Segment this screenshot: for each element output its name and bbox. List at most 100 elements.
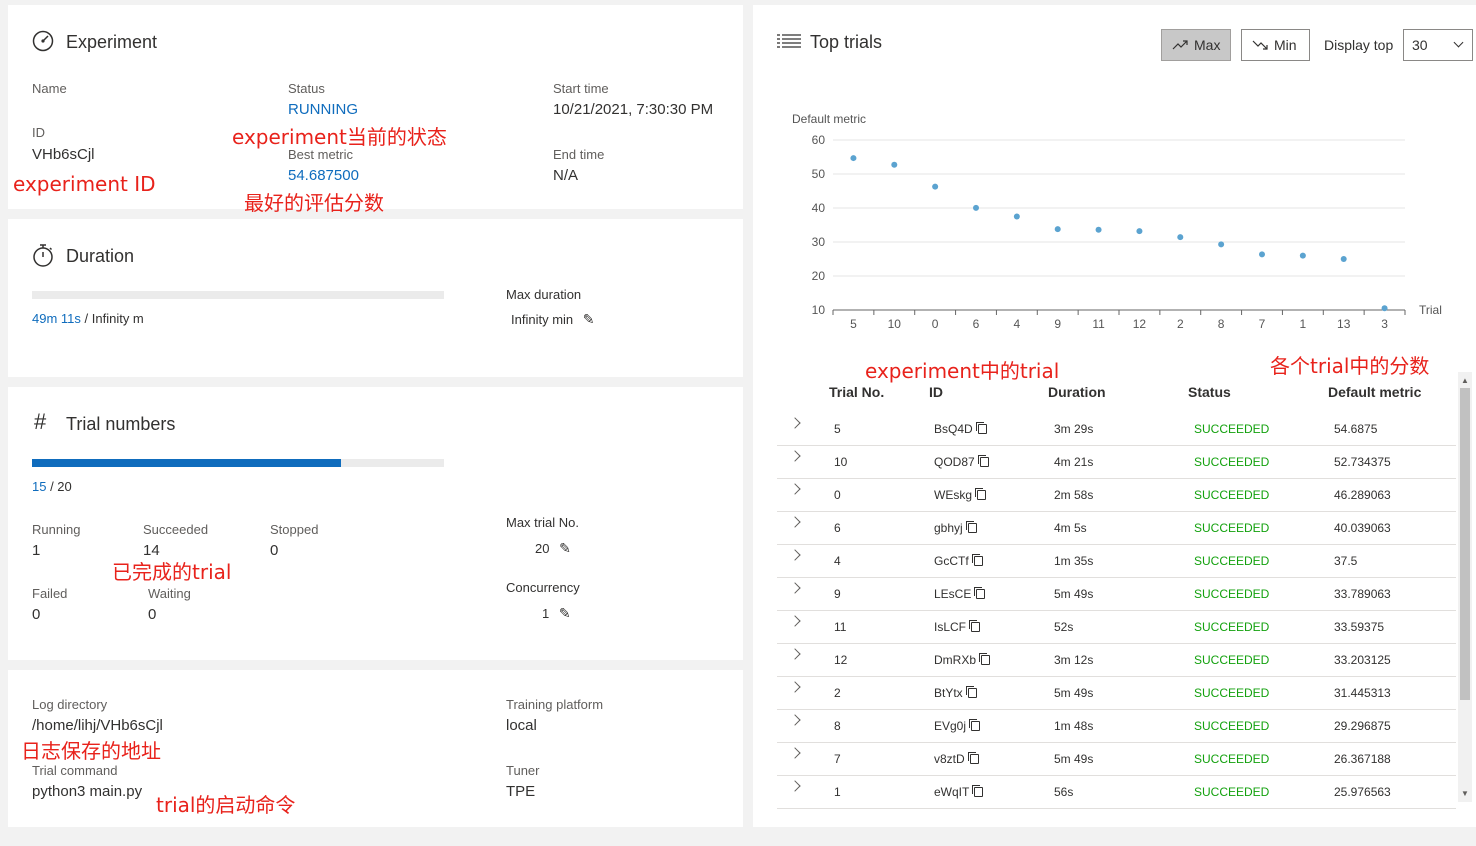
scrollbar-thumb[interactable]	[1460, 388, 1470, 700]
col-duration[interactable]: Duration	[1048, 384, 1106, 400]
copy-icon[interactable]	[977, 455, 989, 467]
expand-chevron-icon[interactable]	[789, 417, 801, 429]
expand-chevron-icon[interactable]	[789, 714, 801, 726]
copy-icon[interactable]	[965, 686, 977, 698]
trial-id-cell: GcCTf	[934, 554, 983, 568]
duration-cell: 4m 21s	[1054, 455, 1094, 469]
trial-id-cell: BtYtx	[934, 686, 977, 700]
x-tick-label: 1	[1300, 317, 1307, 331]
display-top-select[interactable]: 30	[1403, 29, 1473, 61]
table-row[interactable]: 11 IsLCF 52s SUCCEEDED 33.59375	[777, 611, 1456, 644]
concurrency-value: 1	[542, 606, 550, 621]
col-trial-no[interactable]: Trial No.	[829, 384, 884, 400]
max-duration-unit: min	[552, 312, 574, 327]
copy-icon[interactable]	[974, 587, 986, 599]
copy-icon[interactable]	[969, 719, 981, 731]
expand-chevron-icon[interactable]	[789, 747, 801, 759]
expand-chevron-icon[interactable]	[789, 648, 801, 660]
top-trials-title: Top trials	[810, 32, 883, 52]
max-trial-label: Max trial No.	[506, 515, 579, 530]
duration-cell: 5m 49s	[1054, 686, 1094, 700]
y-tick-label: 30	[812, 235, 826, 249]
copy-icon[interactable]	[967, 752, 979, 764]
expand-chevron-icon[interactable]	[789, 516, 801, 528]
edit-pencil-icon[interactable]: ✎	[559, 605, 571, 622]
table-row[interactable]: 2 BtYtx 5m 49s SUCCEEDED 31.445313	[777, 677, 1456, 710]
y-axis-label: Default metric	[792, 112, 866, 126]
max-duration-label: Max duration	[506, 287, 582, 302]
training-platform-value: local	[506, 717, 537, 734]
copy-icon[interactable]	[965, 521, 977, 533]
trial-no-cell: 4	[834, 554, 841, 568]
status-cell: SUCCEEDED	[1194, 554, 1270, 568]
data-point	[932, 183, 939, 190]
expand-chevron-icon[interactable]	[789, 681, 801, 693]
copy-icon[interactable]	[969, 620, 981, 632]
start-time-label: Start time	[553, 81, 609, 96]
copy-icon[interactable]	[979, 653, 991, 665]
metric-cell: 29.296875	[1334, 719, 1391, 733]
display-top-label: Display top	[1324, 37, 1394, 53]
expand-chevron-icon[interactable]	[789, 615, 801, 627]
copy-icon[interactable]	[972, 785, 984, 797]
experiment-title: Experiment	[66, 32, 158, 52]
table-row[interactable]: 10 QOD87 4m 21s SUCCEEDED 52.734375	[777, 446, 1456, 479]
copy-icon[interactable]	[971, 554, 983, 566]
table-row[interactable]: 8 EVg0j 1m 48s SUCCEEDED 29.296875	[777, 710, 1456, 743]
metric-cell: 46.289063	[1334, 488, 1391, 502]
duration-total: / Infinity m	[80, 311, 144, 326]
duration-progress-text: 49m 11s / Infinity m	[32, 311, 144, 326]
trial-id-cell: BsQ4D	[934, 422, 987, 436]
trial-no-cell: 12	[834, 653, 848, 667]
table-row[interactable]: 1 eWqIT 56s SUCCEEDED 25.976563	[777, 776, 1456, 809]
scroll-down-arrow[interactable]: ▼	[1461, 789, 1469, 798]
expand-chevron-icon[interactable]	[789, 483, 801, 495]
duration-cell: 1m 35s	[1054, 554, 1094, 568]
y-tick-label: 40	[812, 201, 826, 215]
trend-up-icon	[1172, 40, 1188, 50]
running-value: 1	[32, 542, 41, 559]
max-button[interactable]: Max	[1161, 29, 1231, 61]
trial-command-value: python3 main.py	[32, 783, 143, 800]
expand-chevron-icon[interactable]	[789, 582, 801, 594]
scroll-up-arrow[interactable]: ▲	[1461, 376, 1469, 385]
col-status[interactable]: Status	[1188, 384, 1231, 400]
trial-no-cell: 0	[834, 488, 841, 502]
x-tick-label: 0	[932, 317, 939, 331]
expand-chevron-icon[interactable]	[789, 780, 801, 792]
table-row[interactable]: 7 v8ztD 5m 49s SUCCEEDED 26.367188	[777, 743, 1456, 776]
waiting-label: Waiting	[148, 586, 191, 601]
copy-icon[interactable]	[975, 488, 987, 500]
best-metric-value: 54.687500	[288, 167, 359, 184]
edit-pencil-icon[interactable]: ✎	[559, 540, 571, 557]
x-tick-label: 2	[1177, 317, 1184, 331]
trial-no-cell: 9	[834, 587, 841, 601]
col-id[interactable]: ID	[929, 384, 943, 400]
data-point	[973, 204, 979, 211]
table-scrollbar[interactable]: ▲ ▼	[1458, 372, 1472, 802]
chevron-down-icon	[1453, 37, 1464, 48]
table-row[interactable]: 9 LEsCE 5m 49s SUCCEEDED 33.789063	[777, 578, 1456, 611]
expand-chevron-icon[interactable]	[789, 549, 801, 561]
trial-id-cell: eWqIT	[934, 785, 984, 799]
table-row[interactable]: 6 gbhyj 4m 5s SUCCEEDED 40.039063	[777, 512, 1456, 545]
col-default-metric[interactable]: Default metric	[1328, 384, 1421, 400]
x-tick-label: 3	[1381, 317, 1388, 331]
trial-id-text: DmRXb	[934, 653, 977, 667]
metric-cell: 33.59375	[1334, 620, 1385, 634]
table-row[interactable]: 12 DmRXb 3m 12s SUCCEEDED 33.203125	[777, 644, 1456, 677]
end-time-label: End time	[553, 147, 605, 162]
table-row[interactable]: 4 GcCTf 1m 35s SUCCEEDED 37.5	[777, 545, 1456, 578]
edit-pencil-icon[interactable]: ✎	[583, 311, 595, 328]
copy-icon[interactable]	[975, 422, 987, 434]
table-row[interactable]: 5 BsQ4D 3m 29s SUCCEEDED 54.6875	[777, 413, 1456, 446]
hash-icon: #	[34, 409, 47, 434]
y-tick-label: 20	[812, 269, 826, 283]
waiting-value: 0	[148, 606, 157, 623]
metric-cell: 26.367188	[1334, 752, 1391, 766]
expand-chevron-icon[interactable]	[789, 450, 801, 462]
trial-id-text: LEsCE	[934, 587, 972, 601]
min-button[interactable]: Min	[1241, 29, 1310, 61]
x-tick-label: 7	[1259, 317, 1266, 331]
table-row[interactable]: 0 WEskg 2m 58s SUCCEEDED 46.289063	[777, 479, 1456, 512]
